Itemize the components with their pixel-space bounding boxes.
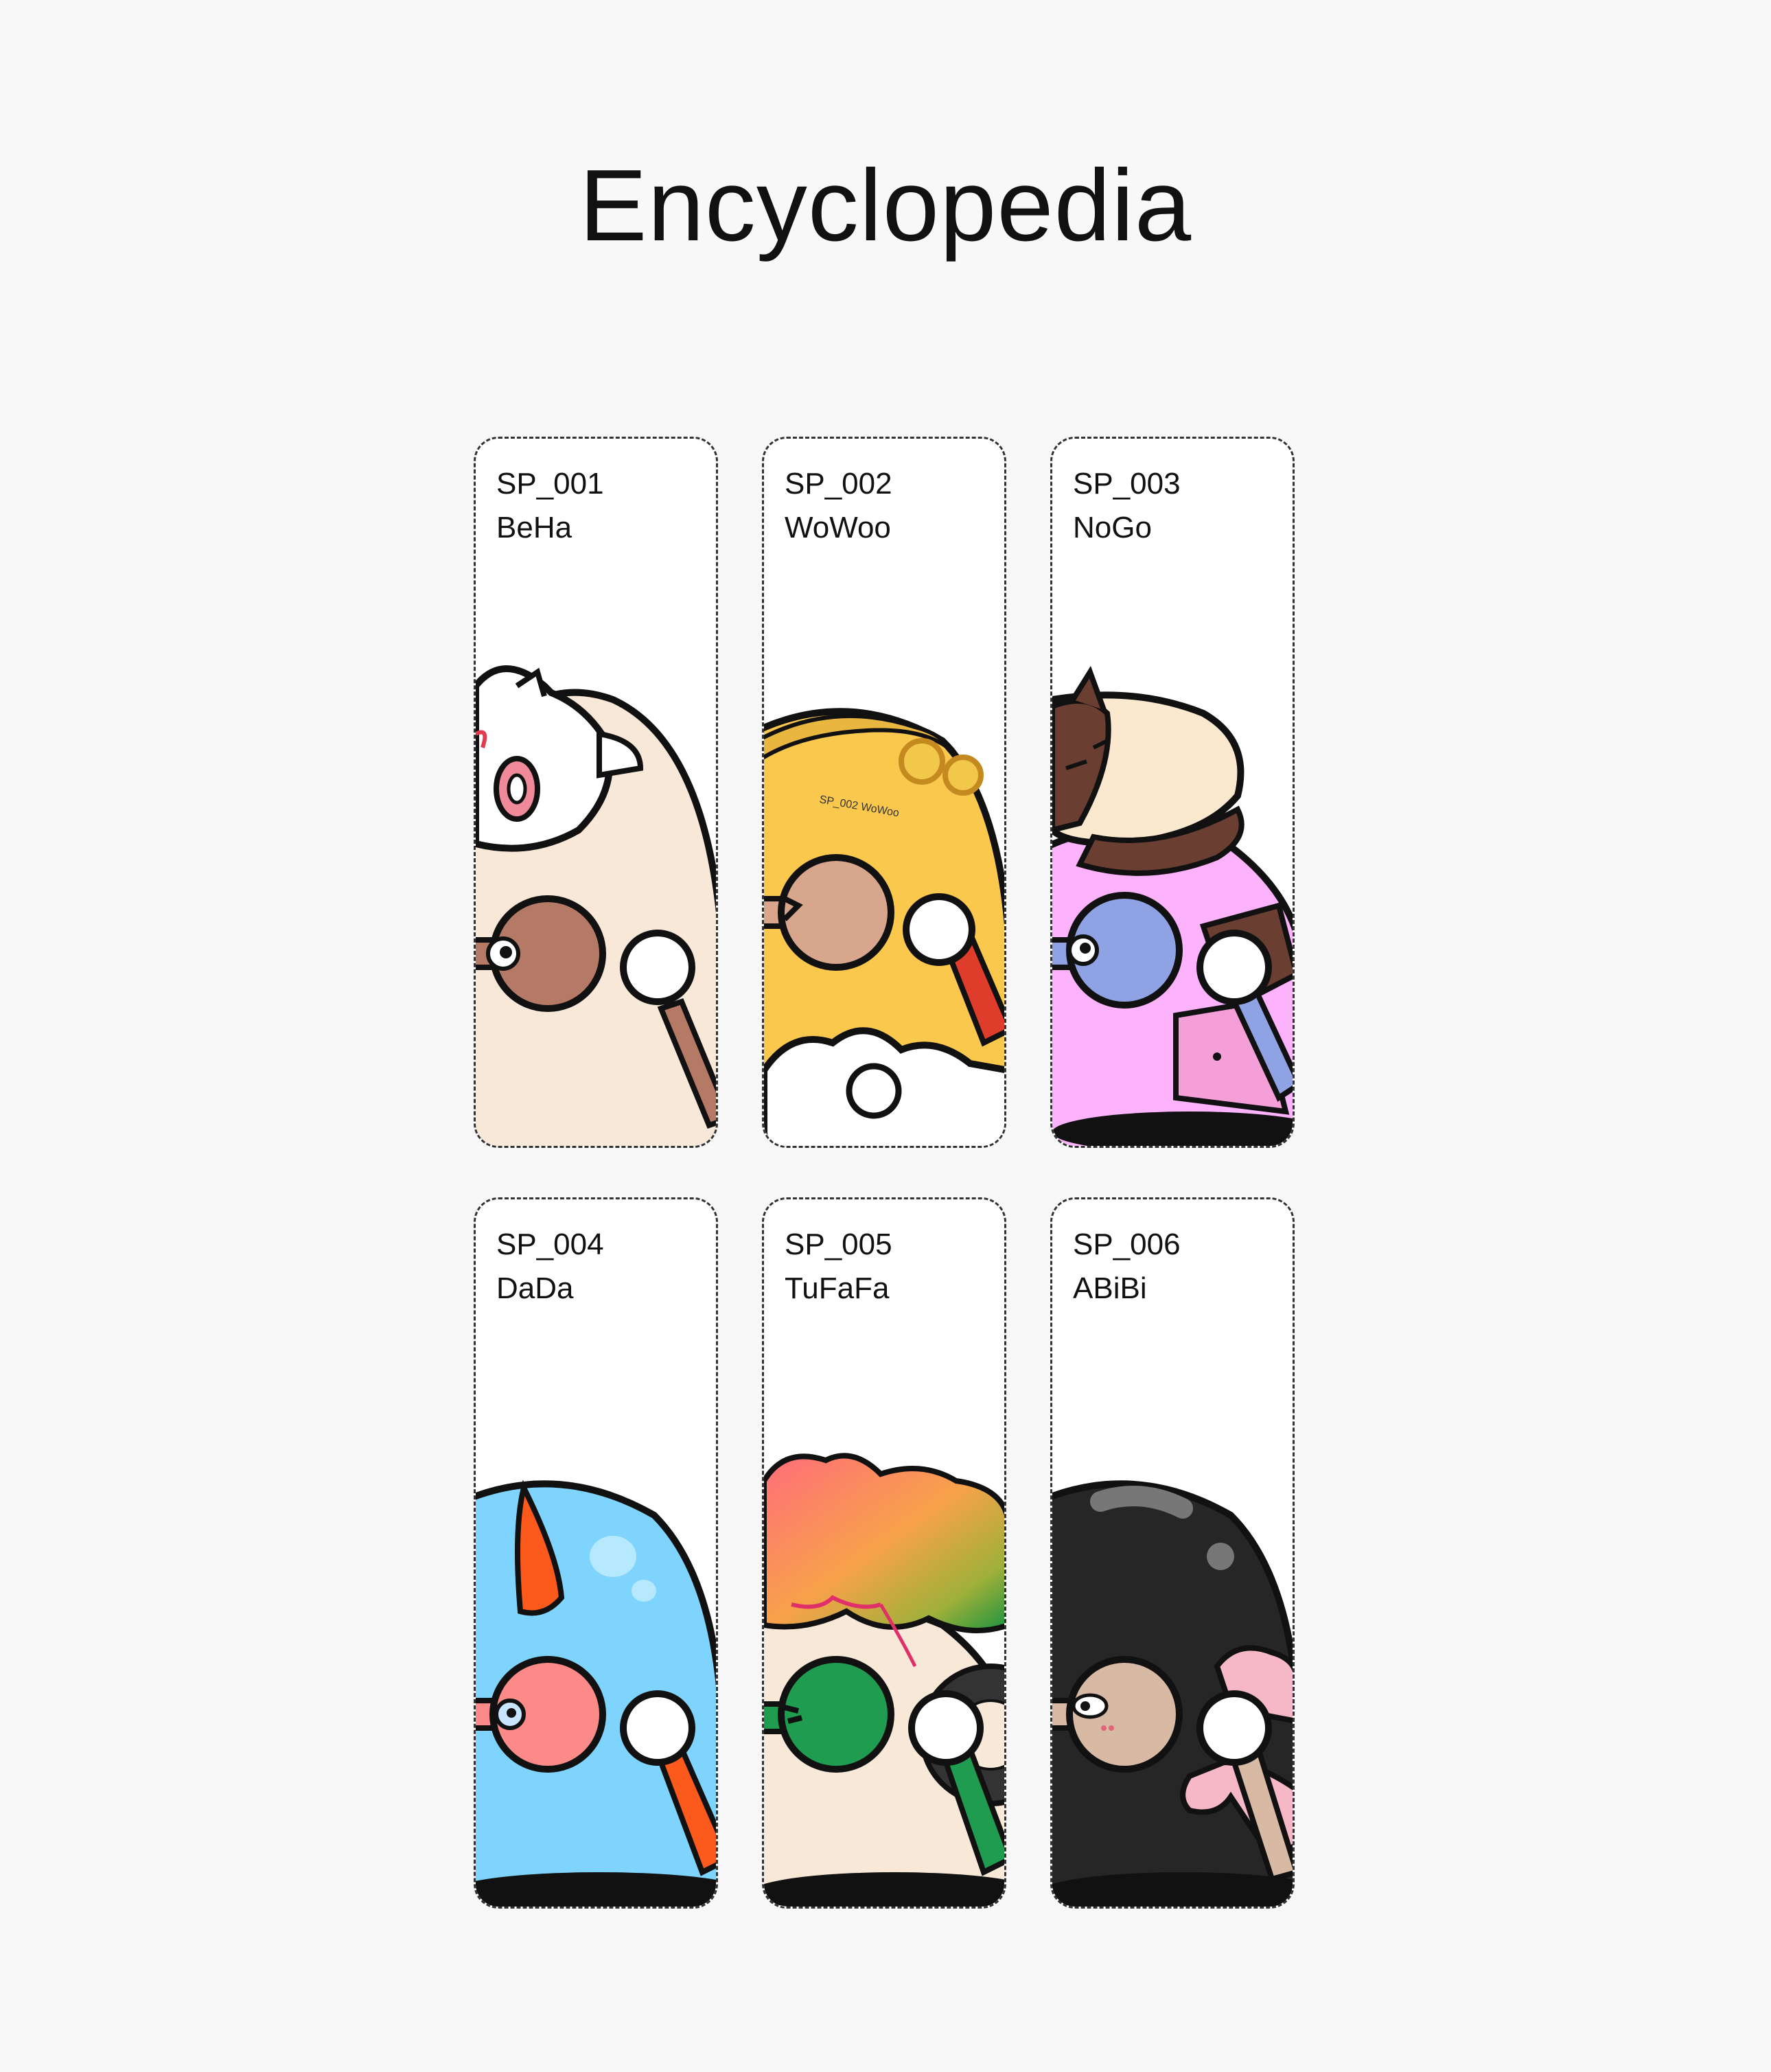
card-name: WoWoo bbox=[785, 511, 891, 544]
card-name: TuFaFa bbox=[785, 1271, 890, 1305]
card-code: SP_003 bbox=[1073, 467, 1181, 500]
character-card-beha[interactable]: SP_001 BeHa bbox=[474, 437, 718, 1148]
character-card-dada[interactable]: SP_004 DaDa bbox=[474, 1197, 718, 1909]
character-card-abibi[interactable]: SP_006 ABiBi bbox=[1050, 1197, 1295, 1909]
character-card-nogo[interactable]: SP_003 NoGo bbox=[1050, 437, 1295, 1148]
card-code: SP_005 bbox=[785, 1228, 892, 1261]
card-name: BeHa bbox=[496, 511, 572, 544]
page-title: Encyclopedia bbox=[579, 149, 1192, 262]
character-card-wowoo[interactable]: SP_002 WoWoo SP_002 WoWoo bbox=[762, 437, 1006, 1148]
sleeping-cat-icon bbox=[1052, 665, 1245, 876]
card-code: SP_006 bbox=[1073, 1228, 1181, 1261]
card-code: SP_001 bbox=[496, 467, 604, 500]
card-name: ABiBi bbox=[1073, 1271, 1147, 1305]
card-name: NoGo bbox=[1073, 511, 1152, 544]
character-card-tufafa[interactable]: SP_005 TuFaFa bbox=[762, 1197, 1006, 1909]
card-code: SP_002 bbox=[785, 467, 892, 500]
card-code: SP_004 bbox=[496, 1228, 604, 1261]
card-name: DaDa bbox=[496, 1271, 574, 1305]
